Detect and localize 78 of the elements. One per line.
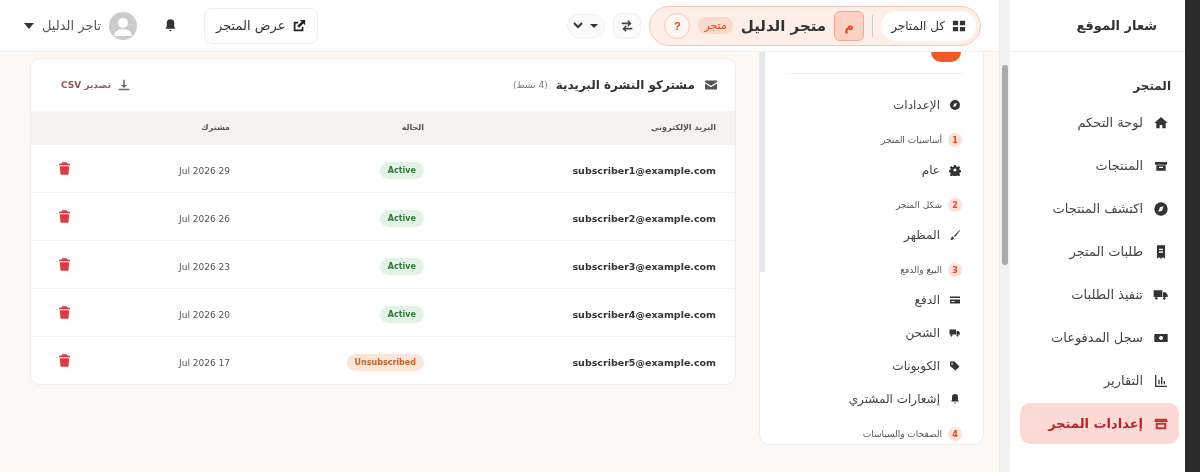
settings-item-icon [949,228,961,241]
envelope-icon [705,80,717,90]
trash-icon[interactable] [59,257,70,271]
avatar-icon [109,11,138,40]
sidebar-item[interactable]: تنفيذ الطلبات [1020,274,1179,315]
status-badge: Active [379,257,424,275]
email-cell: subscriber3@example.com [572,260,716,272]
column-header: البريد الإلكتروني [650,122,716,132]
tab-button[interactable] [931,52,961,62]
scrollbar[interactable] [1000,0,1010,472]
swap-arrows-icon [620,18,635,33]
status-badge: Active [379,209,424,227]
email-cell: subscriber5@example.com [572,356,716,368]
scrollbar[interactable] [1185,0,1200,472]
settings-link[interactable]: المظهر [785,218,963,251]
settings-link[interactable]: الكوبونات [785,349,963,382]
sidebar-item[interactable]: لوحة التحكم [1020,102,1179,143]
all-stores-button[interactable]: كل المتاجر [881,10,976,41]
step-number: 4 [948,427,962,441]
card-title: مشتركو النشرة البريدية [555,78,695,92]
settings-item-icon [949,163,961,176]
settings-link[interactable]: إشعارات المشتري [785,382,963,415]
date-cell: 23 Jul 2026 [179,261,230,272]
status-badge: Active [379,305,424,323]
trash-icon[interactable] [59,353,70,367]
group-heading: شكل المتجر [895,200,942,210]
group-heading: أساسيات المتجر [880,135,942,145]
sidebar-item[interactable]: طلبات المتجر [1020,231,1179,272]
grid-icon [952,18,966,33]
trash-icon[interactable] [59,305,70,319]
sidebar-item[interactable]: إعدادات المتجر [1020,403,1179,444]
email-cell: subscriber1@example.com [572,164,716,176]
export-csv-link[interactable]: تصدير CSV [61,79,130,91]
step-number: 3 [948,263,962,277]
step-number: 2 [948,198,962,212]
caret-icon [572,20,601,31]
section-heading: المتجر [1131,78,1172,95]
step-number: 1 [948,133,962,147]
sidebar-item[interactable]: التقارير [1020,360,1179,401]
sidebar-item[interactable]: اكتشف المنتجات [1020,188,1179,229]
date-cell: 17 Jul 2026 [179,357,230,368]
menu-item-icon [1153,200,1169,217]
menu-item-icon [1153,114,1169,131]
trash-icon[interactable] [59,209,70,223]
date-cell: 29 Jul 2026 [179,165,230,176]
store-name: متجر الدليل [740,16,827,35]
sidebar-item[interactable]: المنتجات [1020,145,1179,186]
menu-item-icon [1153,372,1169,389]
date-cell: 20 Jul 2026 [179,309,230,320]
group-heading: الصفحات والسياسات [862,429,942,439]
settings-link[interactable]: الإعدادات [785,88,963,121]
settings-link[interactable]: الشحن [785,316,963,349]
dropdown-button[interactable] [567,13,606,38]
status-badge: Unsubscribed [346,353,424,371]
settings-item-icon [949,359,961,372]
help-button[interactable]: ? [664,12,691,39]
user-menu[interactable]: تاجر الدليل [24,11,138,40]
download-icon [117,79,130,91]
store-badge: متجر [698,17,733,34]
trash-icon[interactable] [59,161,70,175]
status-badge: Active [379,161,424,179]
switch-button[interactable] [613,12,642,39]
caret-icon [24,22,34,29]
email-cell: subscriber2@example.com [572,212,716,224]
column-header: مشترك [201,122,230,132]
active-count: (4 نشط) [512,80,548,90]
date-cell: 26 Jul 2026 [179,213,230,224]
settings-link[interactable]: عام [785,153,963,186]
settings-item-icon [949,392,961,405]
external-link-icon [292,18,307,33]
sidebar-item[interactable]: سجل المدفوعات [1020,317,1179,358]
column-header: الحالة [401,122,424,132]
group-heading: البيع والدفع [900,265,942,275]
store-initial: م [834,10,865,41]
email-cell: subscriber4@example.com [572,308,716,320]
settings-link[interactable]: الدفع [785,283,963,316]
view-store-button[interactable]: عرض المتجر [204,7,319,44]
settings-item-icon [949,98,961,111]
